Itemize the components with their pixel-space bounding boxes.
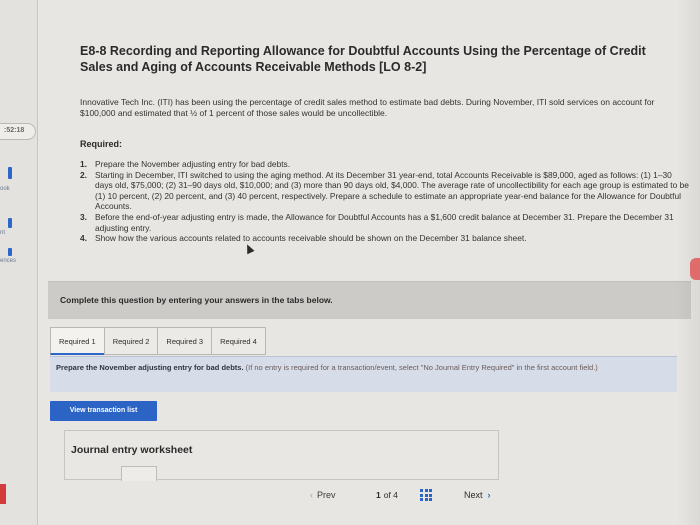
prompt-text: Prepare the November adjusting entry for… bbox=[56, 363, 671, 373]
requirement-tabs: Required 1 Required 2 Required 3 Require… bbox=[50, 327, 266, 355]
instruction-bar: Complete this question by entering your … bbox=[48, 281, 691, 319]
list-item-text: Prepare the November adjusting entry for… bbox=[95, 159, 291, 169]
list-item: 1. Prepare the November adjusting entry … bbox=[80, 159, 690, 170]
prev-label: Prev bbox=[317, 490, 336, 500]
sidebar-item-references[interactable]: ences bbox=[0, 258, 16, 264]
problem-title: E8-8 Recording and Reporting Allowance f… bbox=[80, 44, 646, 74]
list-item: 4. Show how the various accounts related… bbox=[80, 233, 690, 244]
list-item-number: 2. bbox=[80, 169, 87, 180]
sidebar-marker bbox=[8, 167, 12, 179]
sidebar-marker bbox=[8, 248, 12, 256]
tab-required-4[interactable]: Required 4 bbox=[211, 327, 266, 355]
instruction-text: Complete this question by entering your … bbox=[60, 295, 333, 305]
left-sidebar: :52:18 ook nt ences bbox=[0, 0, 38, 525]
grid-icon[interactable] bbox=[420, 489, 432, 501]
pagination-footer: ‹ Prev 1 of 4 Next › bbox=[38, 483, 700, 511]
edge-red-marker bbox=[690, 258, 700, 280]
main-panel: E8-8 Recording and Reporting Allowance f… bbox=[38, 0, 700, 525]
prev-button[interactable]: ‹ Prev bbox=[310, 490, 336, 500]
sidebar-item-ebook[interactable]: ook bbox=[0, 186, 10, 192]
prompt-note: (If no entry is required for a transacti… bbox=[245, 363, 598, 372]
chevron-left-icon: ‹ bbox=[310, 490, 313, 500]
list-item-number: 1. bbox=[80, 159, 87, 169]
required-heading: Required: bbox=[80, 139, 123, 149]
next-button[interactable]: Next › bbox=[464, 490, 491, 500]
journal-entry-worksheet: Journal entry worksheet bbox=[64, 430, 499, 481]
tab-required-3[interactable]: Required 3 bbox=[157, 327, 212, 355]
worksheet-title: Journal entry worksheet bbox=[71, 444, 193, 456]
timer-badge: :52:18 bbox=[0, 123, 36, 140]
list-item-number: 3. bbox=[80, 211, 87, 222]
sidebar-red-marker bbox=[0, 484, 6, 504]
worksheet-tab[interactable] bbox=[121, 466, 157, 481]
prompt-box: Prepare the November adjusting entry for… bbox=[50, 356, 677, 392]
sidebar-marker bbox=[8, 218, 12, 228]
tab-required-1[interactable]: Required 1 bbox=[50, 327, 104, 355]
list-item-text: Before the end-of-year adjusting entry i… bbox=[95, 211, 674, 233]
list-item-text: Show how the various accounts related to… bbox=[95, 233, 527, 244]
page-of: of 4 bbox=[383, 490, 398, 500]
tab-required-2[interactable]: Required 2 bbox=[103, 327, 158, 355]
view-transaction-list-button[interactable]: View transaction list bbox=[50, 401, 157, 421]
problem-intro: Innovative Tech Inc. (ITI) has been usin… bbox=[80, 97, 655, 118]
list-item-text: Starting in December, ITI switched to us… bbox=[95, 169, 689, 212]
prompt-main: Prepare the November adjusting entry for… bbox=[56, 363, 244, 372]
list-item: 2. Starting in December, ITI switched to… bbox=[80, 170, 690, 212]
list-item: 3. Before the end-of-year adjusting entr… bbox=[80, 212, 690, 233]
next-label: Next bbox=[464, 490, 483, 500]
mouse-cursor-icon bbox=[243, 242, 255, 255]
page-current: 1 bbox=[376, 490, 381, 500]
sidebar-item-print[interactable]: nt bbox=[0, 230, 5, 236]
page-indicator: 1 of 4 bbox=[376, 490, 398, 500]
requirements-list: 1. Prepare the November adjusting entry … bbox=[80, 159, 690, 244]
list-item-number: 4. bbox=[80, 233, 87, 244]
chevron-right-icon: › bbox=[487, 490, 491, 500]
